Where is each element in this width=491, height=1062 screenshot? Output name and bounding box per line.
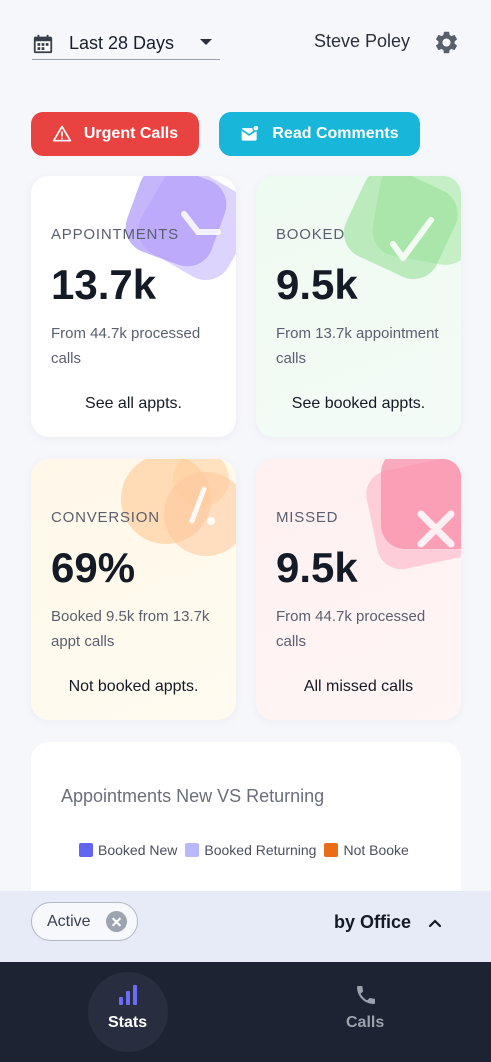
close-icon[interactable]: [106, 911, 127, 932]
group-by-office-toggle[interactable]: by Office: [334, 912, 411, 933]
card-value: 9.5k: [276, 261, 358, 308]
booked-card[interactable]: BOOKED 9.5k From 13.7k appointment calls…: [256, 176, 461, 437]
date-range-select[interactable]: Last 28 Days: [32, 28, 220, 60]
mail-icon: [241, 124, 260, 141]
nav-calls-label[interactable]: Calls: [346, 1014, 384, 1032]
chart-legend: Booked New Booked Returning Not Booke: [79, 842, 409, 858]
legend-swatch: [324, 843, 339, 857]
phone-icon[interactable]: [354, 983, 378, 1007]
see-booked-appts-link[interactable]: See booked appts.: [256, 395, 461, 413]
not-booked-appts-link[interactable]: Not booked appts.: [31, 678, 236, 696]
card-value: 9.5k: [276, 544, 358, 591]
card-label: APPOINTMENTS: [51, 226, 179, 243]
chip-label: Active: [47, 912, 91, 930]
card-label: CONVERSION: [51, 509, 160, 526]
card-description: From 13.7k appointment calls: [276, 325, 439, 367]
chevron-down-icon: [200, 39, 212, 45]
bar-chart-icon[interactable]: [116, 983, 140, 1007]
card-description: From 44.7k processed calls: [276, 608, 426, 650]
legend-label: Booked Returning: [204, 842, 317, 858]
see-all-appts-link[interactable]: See all appts.: [31, 395, 236, 413]
urgent-calls-button[interactable]: Urgent Calls: [31, 112, 199, 156]
read-comments-label: Read Comments: [272, 125, 399, 142]
gear-icon[interactable]: [433, 29, 460, 56]
card-description: From 44.7k processed calls: [51, 325, 201, 367]
legend-item-not-booked[interactable]: Not Booke: [324, 842, 409, 858]
calendar-icon: [33, 34, 53, 53]
legend-item-booked-new[interactable]: Booked New: [79, 842, 177, 858]
card-value: 13.7k: [51, 261, 157, 308]
missed-card[interactable]: MISSED 9.5k From 44.7k processed calls A…: [256, 459, 461, 720]
user-name[interactable]: Steve Poley: [314, 31, 410, 52]
card-value: 69%: [51, 544, 136, 591]
header: Last 28 Days Steve Poley: [0, 0, 491, 90]
chart-title: Appointments New VS Returning: [61, 786, 325, 806]
legend-swatch: [185, 843, 200, 857]
appointments-card[interactable]: APPOINTMENTS 13.7k From 44.7k processed …: [31, 176, 236, 437]
legend-label: Booked New: [98, 842, 178, 858]
active-filter-chip[interactable]: Active: [31, 902, 138, 941]
legend-swatch: [79, 843, 93, 857]
card-label: MISSED: [276, 509, 339, 526]
legend-item-booked-returning[interactable]: Booked Returning: [185, 842, 316, 858]
conversion-card[interactable]: CONVERSION 69% Booked 9.5k from 13.7k ap…: [31, 459, 236, 720]
urgent-calls-label: Urgent Calls: [83, 125, 179, 142]
warning-icon: [52, 125, 72, 142]
chevron-up-icon[interactable]: [428, 918, 442, 928]
all-missed-calls-link[interactable]: All missed calls: [256, 678, 461, 696]
card-label: BOOKED: [276, 226, 345, 243]
nav-stats-label[interactable]: Stats: [108, 1014, 147, 1032]
bottom-nav: Stats Calls: [0, 962, 491, 1062]
legend-label: Not Booke: [343, 842, 409, 858]
read-comments-button[interactable]: Read Comments: [219, 112, 420, 156]
filter-bar: Active by Office: [0, 891, 491, 962]
card-description: Booked 9.5k from 13.7k appt calls: [51, 608, 210, 650]
date-range-label: Last 28 Days: [69, 33, 175, 53]
